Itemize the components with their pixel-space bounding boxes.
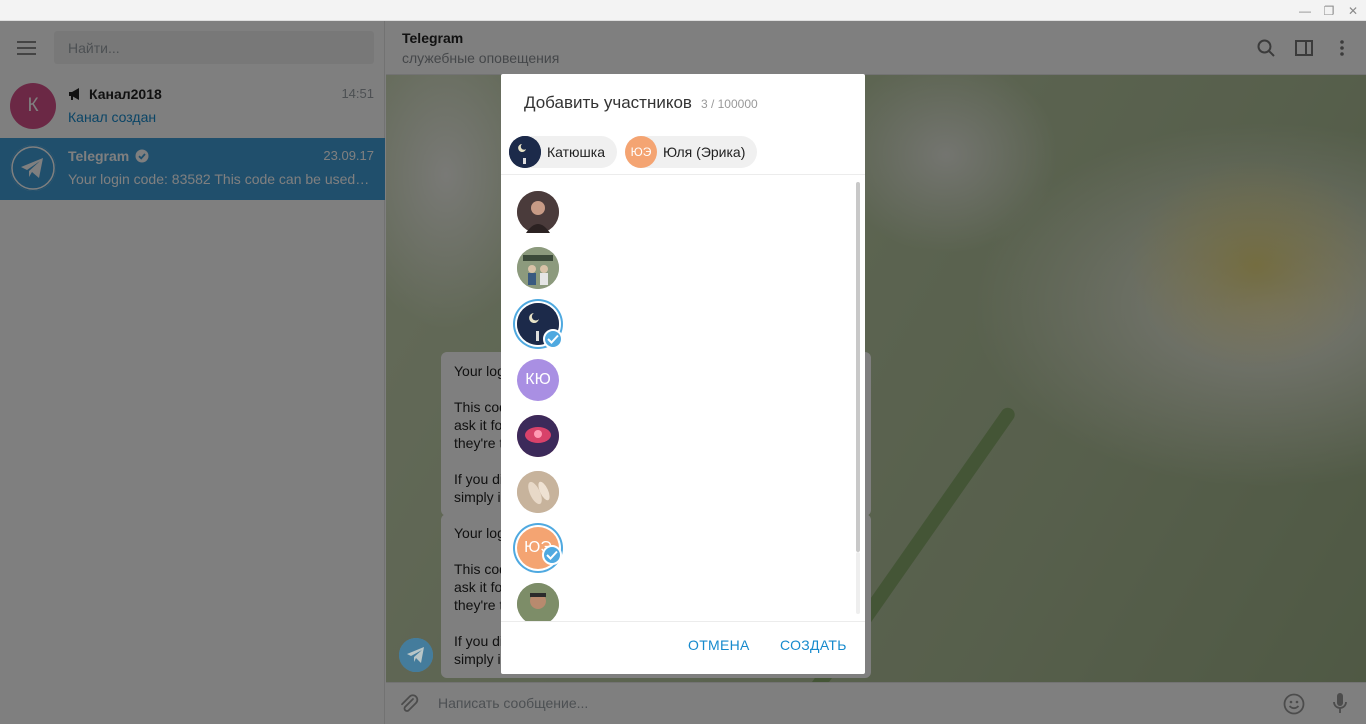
- contact-avatar[interactable]: [517, 191, 559, 233]
- contact-avatar[interactable]: [517, 471, 559, 513]
- chip-avatar: ЮЭ: [625, 136, 657, 168]
- add-members-dialog: Добавить участников 3 / 100000 Катюшка Ю…: [501, 74, 865, 674]
- window-titlebar: — ❐ ✕: [0, 0, 1366, 21]
- selected-chip[interactable]: ЮЭ Юля (Эрика): [625, 136, 758, 168]
- contact-avatar-selected[interactable]: [517, 303, 563, 349]
- chip-name: Катюшка: [547, 144, 605, 160]
- contact-avatar[interactable]: [517, 415, 559, 457]
- restore-button[interactable]: ❐: [1316, 0, 1342, 21]
- chip-avatar: [509, 136, 541, 168]
- scrollbar-track[interactable]: [856, 552, 860, 614]
- minimize-button[interactable]: —: [1292, 0, 1318, 21]
- scrollbar-thumb[interactable]: [856, 182, 860, 552]
- close-button[interactable]: ✕: [1340, 0, 1366, 21]
- divider: [501, 621, 865, 622]
- create-button[interactable]: СОЗДАТЬ: [780, 637, 847, 653]
- cancel-button[interactable]: ОТМЕНА: [688, 637, 750, 653]
- selected-chip[interactable]: Катюшка: [509, 136, 617, 168]
- contact-avatar[interactable]: [517, 247, 559, 289]
- selected-chips: Катюшка ЮЭ Юля (Эрика): [509, 136, 758, 168]
- telegram-avatar-icon: [399, 638, 433, 672]
- checkmark-icon: [543, 329, 563, 349]
- contact-avatar[interactable]: [517, 583, 559, 621]
- contact-avatar[interactable]: КЮ: [517, 359, 559, 401]
- chip-name: Юля (Эрика): [663, 144, 746, 160]
- dialog-title-text: Добавить участников: [524, 93, 692, 112]
- dialog-title: Добавить участников 3 / 100000: [524, 93, 758, 113]
- selected-count: 3 / 100000: [700, 97, 758, 111]
- contact-list[interactable]: КЮ ЮЭ: [501, 175, 865, 621]
